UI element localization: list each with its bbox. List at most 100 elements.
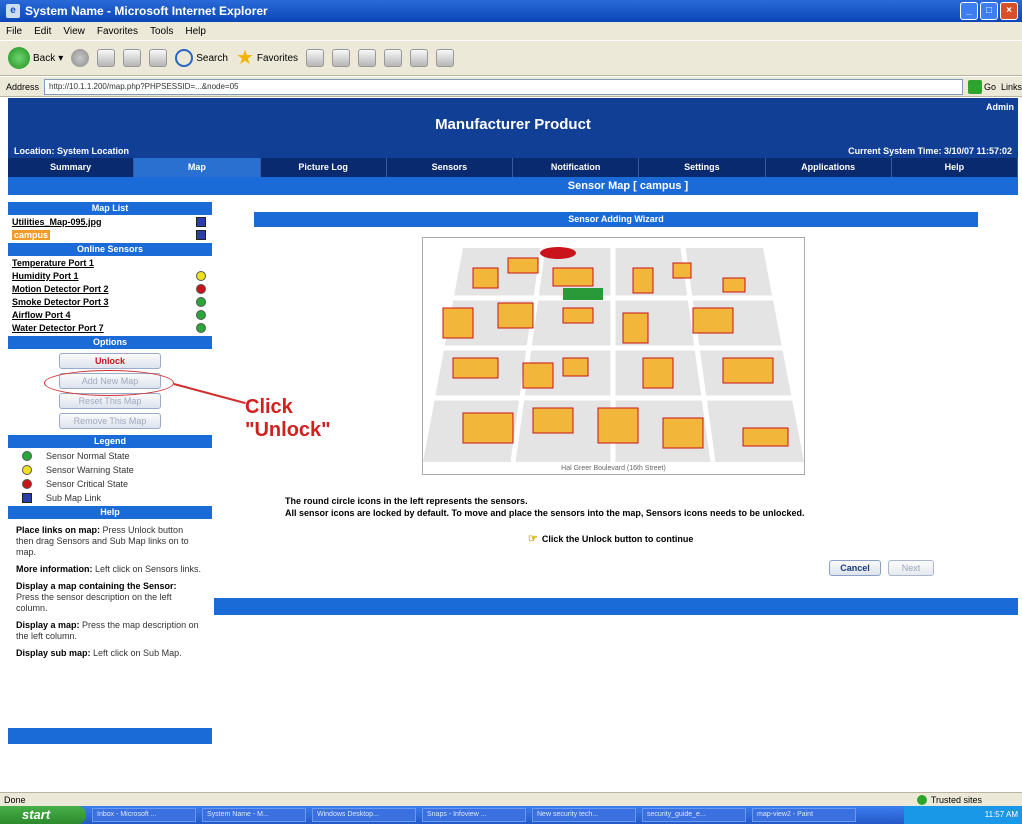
options-heading: Options bbox=[8, 336, 212, 349]
messenger-icon[interactable] bbox=[436, 49, 455, 67]
tab-applications[interactable]: Applications bbox=[766, 158, 892, 177]
menu-edit[interactable]: Edit bbox=[34, 26, 51, 37]
tab-sensors[interactable]: Sensors bbox=[387, 158, 513, 177]
help-item: Display sub map: Left click on Sub Map. bbox=[16, 648, 182, 658]
main-footer-bar bbox=[214, 598, 1018, 615]
legend-item: Sub Map Link bbox=[8, 491, 212, 504]
unlock-button[interactable]: Unlock bbox=[59, 353, 161, 369]
sensor-normal-icon[interactable] bbox=[196, 309, 206, 320]
normal-state-icon bbox=[22, 450, 32, 461]
menu-tools[interactable]: Tools bbox=[150, 26, 173, 37]
tab-summary[interactable]: Summary bbox=[8, 158, 135, 177]
refresh-icon[interactable] bbox=[123, 49, 142, 67]
tab-notification[interactable]: Notification bbox=[513, 158, 640, 177]
online-sensors-heading: Online Sensors bbox=[8, 243, 212, 256]
user-label: Admin bbox=[986, 102, 1014, 112]
location-label: Location: System Location bbox=[14, 146, 130, 156]
page-subtitle: Sensor Map [ campus ] bbox=[8, 177, 1018, 195]
menu-help[interactable]: Help bbox=[185, 26, 206, 37]
sub-map-icon bbox=[22, 492, 32, 503]
pointing-hand-icon: ☞ bbox=[528, 533, 538, 545]
sensor-normal-icon[interactable] bbox=[196, 296, 206, 307]
links-label[interactable]: Links bbox=[1001, 82, 1022, 92]
taskbar-item[interactable]: security_guide_e... bbox=[642, 808, 746, 822]
sensor-item[interactable]: Water Detector Port 7 bbox=[8, 321, 212, 334]
go-button[interactable]: Go bbox=[967, 79, 996, 94]
security-zone: Trusted sites bbox=[916, 794, 982, 805]
remove-map-button[interactable]: Remove This Map bbox=[59, 413, 161, 429]
callout-text: Click "Unlock" bbox=[245, 396, 331, 441]
sensor-item[interactable]: Airflow Port 4 bbox=[8, 308, 212, 321]
map-item[interactable]: campus bbox=[8, 228, 212, 241]
status-text: Done bbox=[4, 794, 26, 805]
add-new-map-button[interactable]: Add New Map bbox=[59, 373, 161, 389]
print-icon[interactable] bbox=[358, 49, 377, 67]
close-button[interactable]: × bbox=[1000, 2, 1018, 20]
taskbar-item[interactable]: New security tech... bbox=[532, 808, 636, 822]
window-title-bar: e System Name - Microsoft Internet Explo… bbox=[0, 0, 1022, 22]
legend-item: Sensor Normal State bbox=[8, 449, 212, 462]
tab-settings[interactable]: Settings bbox=[639, 158, 766, 177]
maximize-button[interactable]: □ bbox=[980, 2, 998, 20]
sensor-item[interactable]: Temperature Port 1 bbox=[8, 256, 212, 269]
taskbar-item[interactable]: Inbox - Microsoft ... bbox=[92, 808, 196, 822]
sensor-item[interactable]: Humidity Port 1 bbox=[8, 269, 212, 282]
sidebar-footer-bar bbox=[8, 728, 212, 744]
edit-icon[interactable] bbox=[384, 49, 403, 67]
tab-help[interactable]: Help bbox=[892, 158, 1018, 177]
stop-icon[interactable] bbox=[97, 49, 116, 67]
menu-view[interactable]: View bbox=[63, 26, 85, 37]
back-arrow-icon bbox=[8, 47, 30, 69]
tab-picture-log[interactable]: Picture Log bbox=[261, 158, 387, 177]
taskbar-item[interactable]: Windows Desktop... bbox=[312, 808, 416, 822]
sensor-critical-icon[interactable] bbox=[196, 283, 206, 294]
taskbar-item[interactable]: map-view2 - Paint bbox=[752, 808, 856, 822]
history-icon[interactable] bbox=[306, 49, 325, 67]
menu-bar: File Edit View Favorites Tools Help bbox=[0, 22, 1022, 40]
legend-heading: Legend bbox=[8, 435, 212, 448]
help-text: Place links on map: Press Unlock button … bbox=[8, 519, 212, 659]
warning-state-icon bbox=[22, 464, 32, 475]
map-caption: Hal Greer Boulevard (16th Street) bbox=[561, 465, 666, 472]
browser-toolbar: Back ▾ Search ★ Favorites bbox=[0, 40, 1022, 76]
folder-icon[interactable] bbox=[410, 49, 429, 67]
unlock-hint: ☞ Click the Unlock button to continue bbox=[528, 533, 694, 545]
mail-icon[interactable] bbox=[332, 49, 351, 67]
wizard-title: Sensor Adding Wizard bbox=[254, 212, 978, 227]
next-button[interactable]: Next bbox=[888, 560, 934, 576]
map-item-label[interactable]: Utilities_Map-095.jpg bbox=[12, 217, 102, 227]
address-input[interactable]: http://10.1.1.200/map.php?PHPSESSID=...&… bbox=[44, 78, 963, 95]
left-sidebar: Map List Utilities_Map-095.jpg campus On… bbox=[8, 200, 212, 745]
sensor-warning-icon[interactable] bbox=[196, 270, 206, 281]
sub-map-link-icon[interactable] bbox=[196, 216, 206, 227]
star-icon: ★ bbox=[235, 47, 254, 69]
help-item: Display a map: Press the map description… bbox=[16, 620, 199, 641]
minimize-button[interactable]: _ bbox=[960, 2, 978, 20]
back-button[interactable]: Back ▾ bbox=[8, 47, 63, 69]
menu-file[interactable]: File bbox=[6, 26, 22, 37]
start-button[interactable]: start bbox=[0, 806, 86, 824]
sensor-item[interactable]: Smoke Detector Port 3 bbox=[8, 295, 212, 308]
home-icon[interactable] bbox=[149, 49, 168, 67]
sensor-normal-icon[interactable] bbox=[196, 322, 206, 333]
taskbar-item[interactable]: System Name - M... bbox=[202, 808, 306, 822]
address-label: Address bbox=[6, 81, 40, 92]
address-bar: Address http://10.1.1.200/map.php?PHPSES… bbox=[0, 77, 1022, 97]
taskbar-item[interactable]: Snaps - Infoview ... bbox=[422, 808, 526, 822]
wizard-instructions: The round circle icons in the left repre… bbox=[285, 496, 805, 518]
tab-map[interactable]: Map bbox=[134, 158, 261, 177]
reset-map-button[interactable]: Reset This Map bbox=[59, 393, 161, 409]
ie-icon: e bbox=[6, 4, 20, 18]
window-title: System Name - Microsoft Internet Explore… bbox=[25, 4, 268, 18]
map-item-label[interactable]: campus bbox=[12, 229, 51, 240]
sensor-item[interactable]: Motion Detector Port 2 bbox=[8, 282, 212, 295]
menu-favorites[interactable]: Favorites bbox=[97, 26, 138, 37]
map-item[interactable]: Utilities_Map-095.jpg bbox=[8, 215, 212, 228]
search-button[interactable]: Search bbox=[175, 49, 228, 67]
system-time: Current System Time: 3/10/07 11:57:02 bbox=[848, 146, 1012, 156]
cancel-button[interactable]: Cancel bbox=[829, 560, 881, 576]
forward-icon[interactable] bbox=[71, 49, 90, 67]
favorites-button[interactable]: ★ Favorites bbox=[236, 48, 298, 68]
sub-map-link-icon[interactable] bbox=[196, 229, 206, 240]
critical-state-icon bbox=[22, 478, 32, 489]
